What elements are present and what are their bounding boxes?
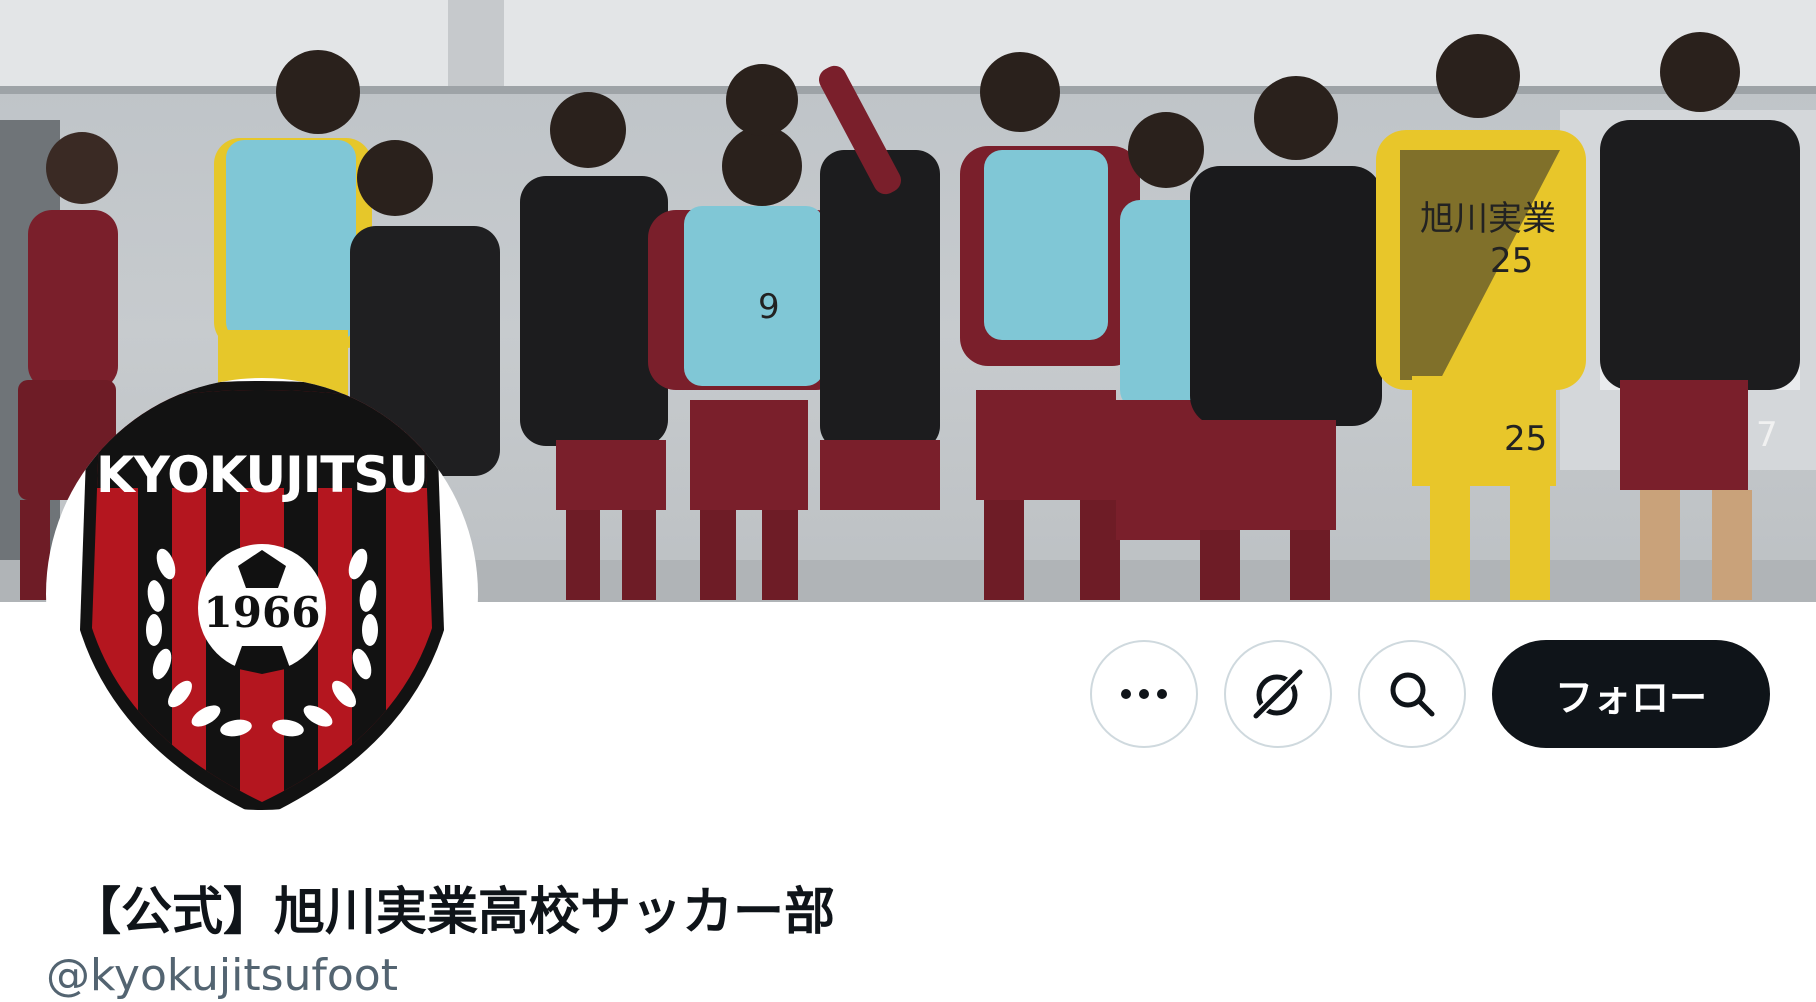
follow-button-label: フォロー — [1554, 675, 1707, 720]
more-button[interactable] — [1090, 640, 1198, 748]
search-icon — [1390, 672, 1435, 717]
more-horizontal-icon — [1121, 689, 1167, 699]
grok-icon — [1252, 668, 1304, 720]
grok-button[interactable] — [1224, 640, 1332, 748]
crest-year: 1966 — [203, 588, 321, 637]
svg-text:25: 25 — [1490, 241, 1533, 281]
svg-text:9: 9 — [758, 287, 780, 327]
svg-text:25: 25 — [1504, 419, 1547, 459]
profile-display-name: 【公式】旭川実業高校サッカー部 — [70, 883, 836, 942]
svg-text:7: 7 — [1756, 415, 1778, 455]
crest-title: KYOKUJITSU — [95, 446, 429, 504]
profile-avatar[interactable]: KYOKUJITSU 1966 — [46, 378, 478, 810]
svg-text:旭川実業: 旭川実業 — [1420, 199, 1556, 239]
profile-handle: @kyokujitsufoot — [46, 950, 398, 1001]
search-button[interactable] — [1358, 640, 1466, 748]
follow-button[interactable]: フォロー — [1492, 640, 1770, 748]
